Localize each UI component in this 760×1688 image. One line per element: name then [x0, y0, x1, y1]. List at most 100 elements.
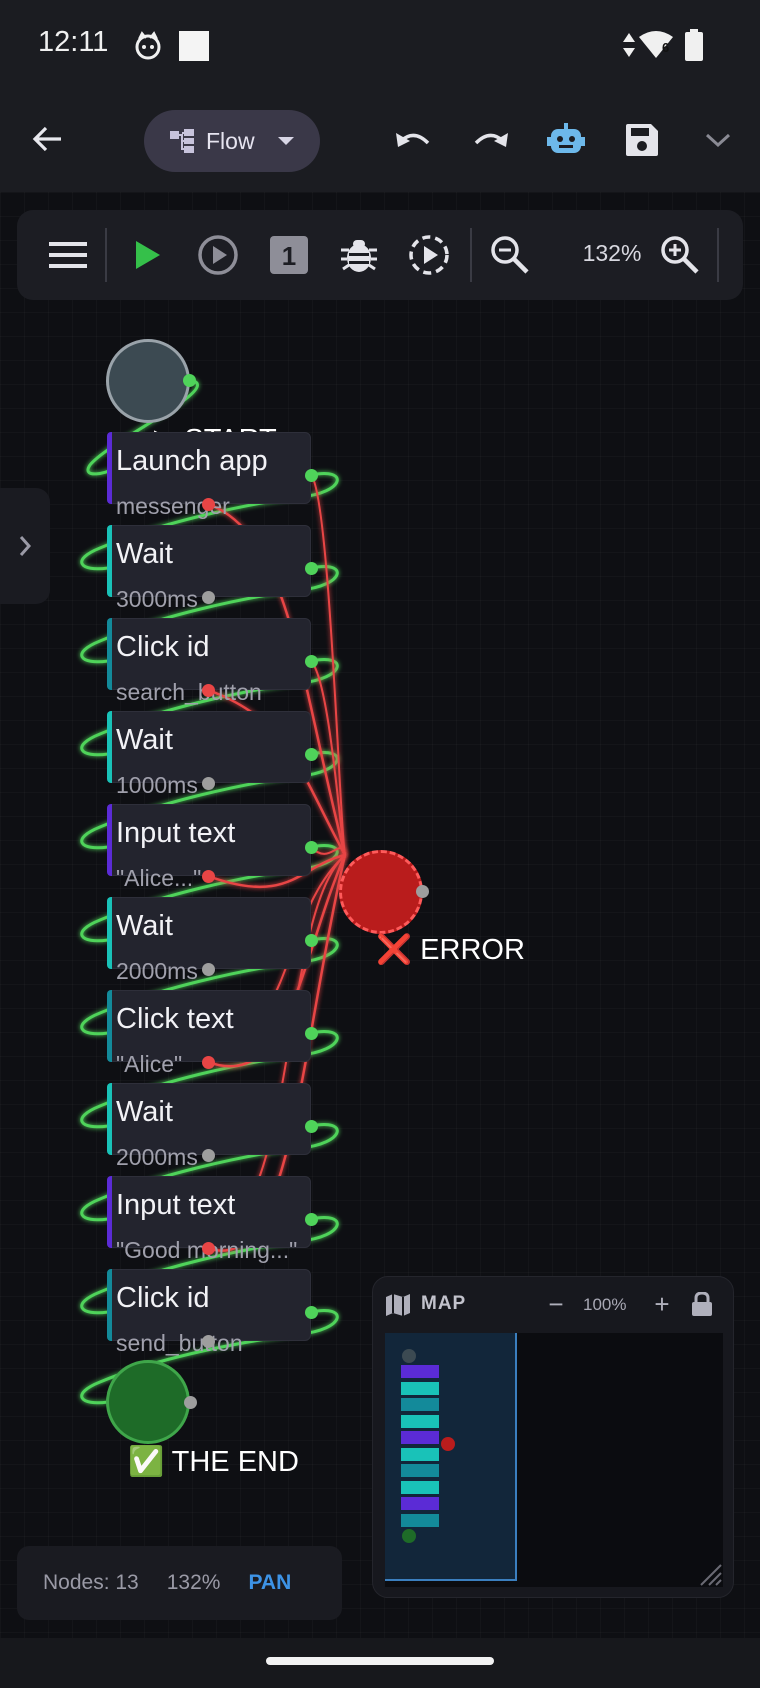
minimap-node: [401, 1398, 439, 1411]
node-error-port[interactable]: [202, 684, 215, 697]
node-output-port[interactable]: [202, 777, 215, 790]
minimap-node: [401, 1431, 439, 1444]
start-node-output-port[interactable]: [183, 374, 196, 387]
data-arrows-icon: [622, 32, 636, 58]
canvas-toolbar: 1 132%: [17, 210, 743, 300]
flow-node[interactable]: Click id send_button: [107, 1269, 311, 1356]
back-button[interactable]: [24, 116, 70, 162]
undo-button[interactable]: [388, 114, 440, 166]
node-accent: [107, 990, 112, 1062]
node-output-port[interactable]: [202, 1149, 215, 1162]
bug-icon: [341, 240, 377, 272]
node-accent: [107, 1083, 112, 1155]
minimap-zoom-level: 100%: [583, 1295, 627, 1314]
node-success-port[interactable]: [305, 1120, 318, 1133]
wifi-icon: 6: [638, 30, 674, 60]
flow-node[interactable]: Input text "Good morning...": [107, 1176, 311, 1263]
node-title: Input text: [116, 817, 236, 849]
node-error-port[interactable]: [202, 1056, 215, 1069]
minimap-canvas[interactable]: [385, 1333, 723, 1587]
node-output-port[interactable]: [202, 963, 215, 976]
home-indicator[interactable]: [266, 1657, 494, 1665]
minimap-zoom-in-button[interactable]: +: [647, 1289, 677, 1319]
chevron-down-icon: [705, 133, 731, 148]
minimap-node: [401, 1480, 439, 1494]
status-bar: 12:11 6: [0, 0, 760, 92]
node-output-port[interactable]: [202, 591, 215, 604]
error-node[interactable]: [339, 850, 423, 934]
debug-button[interactable]: [334, 230, 384, 280]
flow-node[interactable]: Wait 2000ms: [107, 1083, 311, 1170]
side-panel-toggle[interactable]: [0, 488, 50, 604]
flow-node[interactable]: Wait 1000ms: [107, 711, 311, 798]
node-success-port[interactable]: [305, 1306, 318, 1319]
node-title: Wait: [116, 724, 173, 756]
minimap-node: [401, 1447, 439, 1461]
node-accent: [107, 1269, 112, 1341]
end-node-output-port[interactable]: [184, 1396, 197, 1409]
minimap-node: [401, 1497, 439, 1510]
save-button[interactable]: [616, 114, 668, 166]
node-error-port[interactable]: [202, 1242, 215, 1255]
start-node[interactable]: [106, 339, 190, 423]
run-button[interactable]: [123, 230, 173, 280]
zoom-in-icon: [661, 236, 699, 274]
node-success-port[interactable]: [305, 841, 318, 854]
node-title: Click id: [116, 631, 210, 663]
node-success-port[interactable]: [305, 1213, 318, 1226]
end-node[interactable]: [106, 1360, 190, 1444]
flow-node[interactable]: Click text "Alice": [107, 990, 311, 1077]
flow-node[interactable]: Wait 2000ms: [107, 897, 311, 984]
toolbar-divider: [470, 228, 472, 282]
node-error-port[interactable]: [202, 870, 215, 883]
minimap-zoom-out-button[interactable]: −: [541, 1289, 571, 1319]
flow-node[interactable]: Input text "Alice...": [107, 804, 311, 891]
toolbar-divider: [717, 228, 719, 282]
toolbar-zoom-level: 132%: [582, 240, 642, 266]
pan-mode-toggle[interactable]: PAN: [248, 1571, 291, 1595]
run-from-button[interactable]: [193, 230, 243, 280]
node-error-port[interactable]: [202, 498, 215, 511]
minimap-node: [401, 1513, 439, 1527]
step-badge: 1: [282, 241, 296, 271]
node-subtitle: "Alice...": [116, 865, 202, 891]
node-title: Wait: [116, 538, 173, 570]
run-loop-button[interactable]: [404, 230, 454, 280]
node-output-port[interactable]: [202, 1335, 215, 1348]
minimap-lock-button[interactable]: [687, 1289, 717, 1319]
resize-handle-icon[interactable]: [695, 1559, 723, 1587]
redo-button[interactable]: [464, 114, 516, 166]
node-success-port[interactable]: [305, 748, 318, 761]
node-success-port[interactable]: [305, 655, 318, 668]
node-success-port[interactable]: [305, 469, 318, 482]
flow-node[interactable]: Click id search_button: [107, 618, 311, 705]
network-badge: 6: [662, 40, 670, 55]
toolbar-divider: [105, 228, 107, 282]
node-subtitle: 1000ms: [116, 772, 198, 798]
chevron-right-icon: [19, 536, 32, 556]
node-title: Click text: [116, 1003, 234, 1035]
square-notification-icon: [178, 30, 210, 62]
flow-mode-dropdown[interactable]: Flow: [144, 110, 320, 172]
minimap-error-node: [441, 1437, 455, 1451]
node-accent: [107, 432, 112, 504]
more-menu-button[interactable]: [692, 114, 744, 166]
menu-button[interactable]: [43, 230, 93, 280]
node-success-port[interactable]: [305, 934, 318, 947]
zoom-out-button[interactable]: [485, 230, 535, 280]
error-node-output-port[interactable]: [416, 885, 429, 898]
step-one-button[interactable]: 1: [264, 230, 314, 280]
node-subtitle: 3000ms: [116, 586, 198, 612]
zoom-in-button[interactable]: [655, 230, 705, 280]
node-subtitle: search_button: [116, 679, 262, 705]
flow-node[interactable]: Wait 3000ms: [107, 525, 311, 612]
node-count: Nodes: 13: [43, 1571, 139, 1594]
robot-button[interactable]: [540, 114, 592, 166]
minimap-node: [401, 1365, 439, 1378]
end-label: ✅ THE END: [128, 1446, 299, 1478]
undo-icon: [396, 133, 430, 147]
node-success-port[interactable]: [305, 1027, 318, 1040]
flow-node[interactable]: Launch app messenger: [107, 432, 311, 519]
minimap-start-node: [402, 1349, 416, 1363]
node-success-port[interactable]: [305, 562, 318, 575]
